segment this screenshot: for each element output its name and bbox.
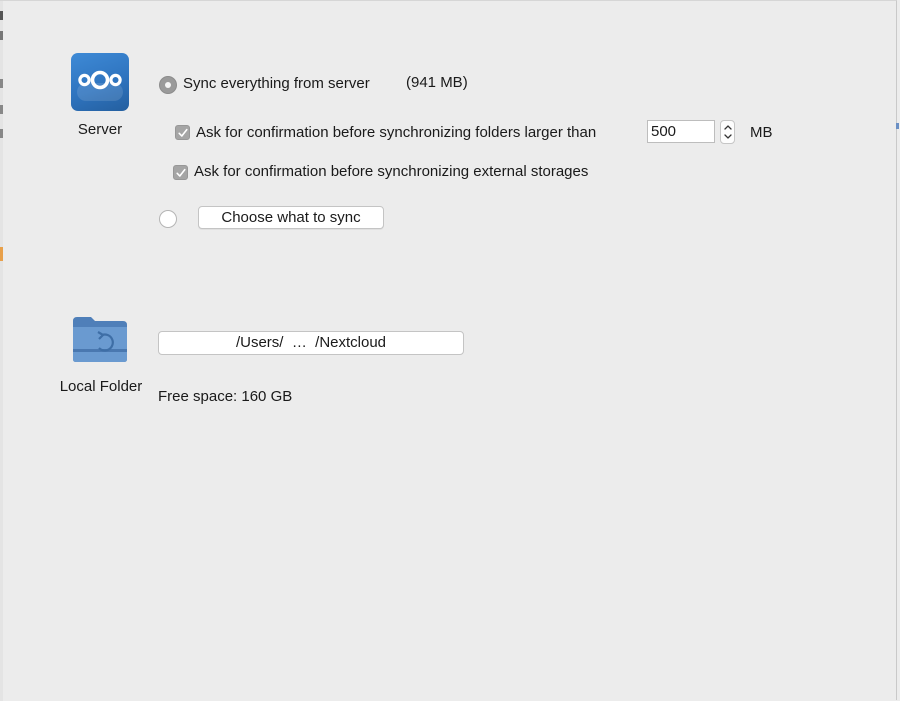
confirm-large-folders-label[interactable]: Ask for confirmation before synchronizin… (196, 124, 596, 141)
sync-size-label: (941 MB) (406, 74, 468, 91)
size-unit-label: MB (750, 124, 773, 141)
confirm-external-storages-checkbox[interactable] (173, 165, 188, 180)
choose-what-to-sync-radio[interactable] (159, 210, 177, 228)
local-folder-label: Local Folder (59, 378, 143, 395)
free-space-label: Free space: 160 GB (158, 388, 293, 405)
stepper-arrows-icon (724, 125, 732, 139)
sync-folder-icon (72, 315, 128, 363)
path-suffix: /Nextcloud (315, 334, 387, 351)
confirm-external-storages-label[interactable]: Ask for confirmation before synchronizin… (194, 163, 588, 180)
local-folder-path-button[interactable]: /Users/ … /Nextcloud (158, 331, 464, 355)
sync-everything-label[interactable]: Sync everything from server (183, 75, 370, 92)
setup-window: Server Sync everything from server (941 … (0, 0, 899, 701)
sync-everything-radio[interactable] (159, 76, 177, 94)
confirm-large-folders-checkbox[interactable] (175, 125, 190, 140)
folder-size-limit-input[interactable] (647, 120, 715, 143)
background-window-edge (0, 1, 3, 701)
path-prefix: /Users/ (235, 334, 284, 351)
choose-what-to-sync-button[interactable]: Choose what to sync (198, 206, 384, 229)
path-ellipsis: … (291, 334, 307, 351)
server-label: Server (77, 121, 123, 138)
folder-size-stepper[interactable] (720, 120, 735, 144)
nextcloud-logo-icon (71, 53, 129, 111)
